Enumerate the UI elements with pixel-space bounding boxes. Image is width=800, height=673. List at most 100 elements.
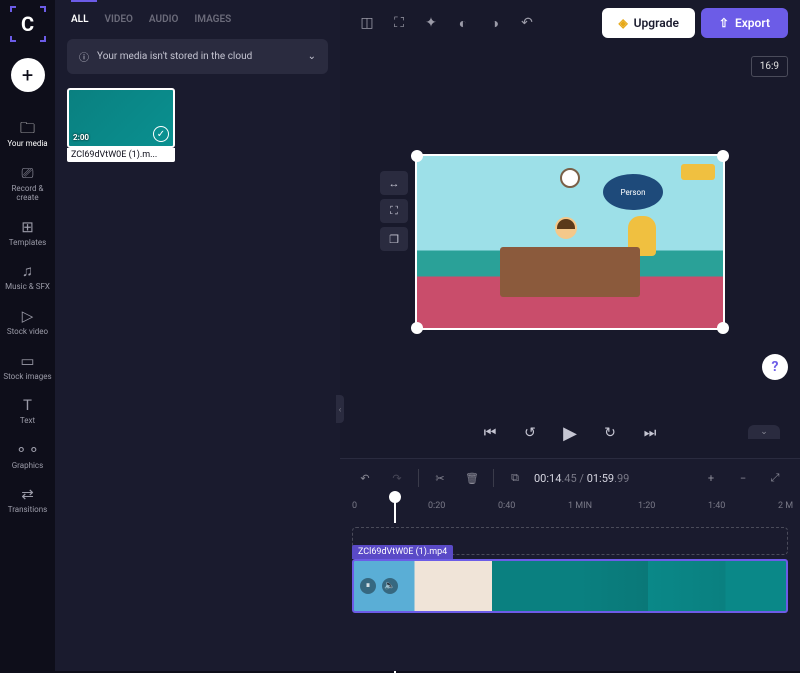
templates-icon: ⊞ xyxy=(19,219,37,235)
storage-notice-text: Your media isn't stored in the cloud xyxy=(97,51,252,62)
delete-button[interactable]: 🗑 xyxy=(459,465,485,491)
preview-speech-bubble: Person xyxy=(603,174,663,210)
upgrade-button[interactable]: ◈ Upgrade xyxy=(602,8,694,38)
rewind-button[interactable]: ↺ xyxy=(519,422,541,444)
clip-pause-icon[interactable]: ⏸ xyxy=(360,578,376,594)
resize-handle-tl[interactable] xyxy=(411,150,423,162)
transport-controls: ⏮ ↺ ▶ ↻ ⏭ xyxy=(340,408,800,458)
pip-button[interactable]: ❐ xyxy=(380,227,408,251)
upload-icon: ⇧ xyxy=(719,16,729,30)
current-time: 00:14 xyxy=(534,472,561,485)
layout-button[interactable]: ◫ xyxy=(352,8,382,38)
timeline-tracks: ZCl69dVtW0E (1).mp4 ⏸ 🔈 xyxy=(340,523,800,671)
image-icon: ▭ xyxy=(19,353,37,369)
nav-label: Your media xyxy=(7,139,47,149)
split-button[interactable]: ✂ xyxy=(427,465,453,491)
adjust-button[interactable]: ◐ xyxy=(448,8,478,38)
nav-your-media[interactable]: 🗀 Your media xyxy=(0,114,55,155)
chevron-down-icon: ⌄ xyxy=(308,51,316,62)
graphics-icon: ⚬⚬ xyxy=(19,442,37,458)
skip-start-button[interactable]: ⏮ xyxy=(479,422,501,444)
nav-label: Graphics xyxy=(12,461,44,471)
timeline-toolbar: ↶ ↷ ✂ 🗑 ⧉ 00:14.45 / 01:59.99 + − ⤢ xyxy=(340,458,800,497)
music-icon: ♫ xyxy=(19,263,37,279)
ruler-mark: 1:20 xyxy=(638,501,655,511)
tab-video[interactable]: VIDEO xyxy=(105,14,133,25)
nav-graphics[interactable]: ⚬⚬ Graphics xyxy=(0,436,55,477)
collapse-timeline-handle[interactable]: ⌄ xyxy=(748,425,780,439)
nav-label: Transitions xyxy=(8,505,48,515)
export-label: Export xyxy=(735,16,770,30)
magic-button[interactable]: ✦ xyxy=(416,8,446,38)
media-thumbnail[interactable]: ✓ ZCl69dVtW0E (1).m... xyxy=(67,88,175,162)
current-time-frac: .45 xyxy=(561,472,576,485)
nav-stock-video[interactable]: ▷ Stock video xyxy=(0,302,55,343)
ruler-mark: 2 M xyxy=(778,501,793,511)
ruler-mark: 0:20 xyxy=(428,501,445,511)
forward-button[interactable]: ↻ xyxy=(599,422,621,444)
tab-audio[interactable]: AUDIO xyxy=(149,14,178,25)
snap-button[interactable]: ⧉ xyxy=(502,465,528,491)
text-icon: T xyxy=(19,397,37,413)
nav-templates[interactable]: ⊞ Templates xyxy=(0,213,55,254)
resize-handle-br[interactable] xyxy=(717,322,729,334)
tab-images[interactable]: IMAGES xyxy=(194,14,231,25)
nav-label: Stock video xyxy=(7,327,48,337)
skip-end-button[interactable]: ⏭ xyxy=(639,422,661,444)
timecode-display: 00:14.45 / 01:59.99 xyxy=(534,472,629,485)
preview-character-boy xyxy=(555,217,577,239)
filter-button[interactable]: ◑ xyxy=(480,8,510,38)
nav-label: Templates xyxy=(9,238,46,248)
video-clip[interactable]: ⏸ 🔈 xyxy=(352,559,788,613)
clip-wrapper: ZCl69dVtW0E (1).mp4 ⏸ 🔈 xyxy=(352,559,788,613)
video-icon: ▷ xyxy=(19,308,37,324)
preview-clock-prop xyxy=(560,168,580,188)
media-tabs: ALL VIDEO AUDIO IMAGES xyxy=(55,0,340,35)
resize-handle-bl[interactable] xyxy=(411,322,423,334)
redo-button[interactable]: ↷ xyxy=(384,465,410,491)
editor-area: ‹ ◫ ⛶ ✦ ◐ ◑ ↶ ◈Upgrade ⇧Export 16:9 ↔ ⛶ … xyxy=(340,0,800,671)
undo-button[interactable]: ↶ xyxy=(352,465,378,491)
add-media-button[interactable]: + xyxy=(11,58,45,92)
upgrade-label: Upgrade xyxy=(634,16,679,30)
clip-filename-label: ZCl69dVtW0E (1).mp4 xyxy=(352,545,453,559)
top-toolbar: ◫ ⛶ ✦ ◐ ◑ ↶ ◈ Upgrade ⇧ Export xyxy=(340,0,800,46)
fit-screen-button[interactable]: ⛶ xyxy=(380,199,408,223)
thumbnail-filename: ZCl69dVtW0E (1).m... xyxy=(67,148,175,162)
layout-tool-group: ◫ ⛶ ✦ ◐ ◑ ↶ xyxy=(352,8,542,38)
zoom-out-button[interactable]: − xyxy=(730,465,756,491)
fit-width-button[interactable]: ↔ xyxy=(380,171,408,195)
nav-record-create[interactable]: ⎚ Record & create xyxy=(0,159,55,209)
video-preview[interactable]: Person xyxy=(417,156,723,328)
app-logo[interactable]: C xyxy=(14,10,42,38)
export-button[interactable]: ⇧ Export xyxy=(701,8,788,38)
timeline-ruler[interactable]: 0 0:20 0:40 1 MIN 1:20 1:40 2 M xyxy=(340,497,800,523)
nav-label: Stock images xyxy=(3,372,51,382)
nav-label: Music & SFX xyxy=(5,282,50,292)
crop-button[interactable]: ⛶ xyxy=(384,8,414,38)
nav-transitions[interactable]: ⇄Transitions xyxy=(0,480,55,521)
play-button[interactable]: ▶ xyxy=(559,422,581,444)
left-sidebar: C + 🗀 Your media ⎚ Record & create ⊞ Templa… xyxy=(0,0,55,671)
media-panel: ALL VIDEO AUDIO IMAGES ⓘ Your media isn'… xyxy=(55,0,340,671)
nav-stock-images[interactable]: ▭ Stock images xyxy=(0,347,55,388)
help-button[interactable]: ? xyxy=(762,354,788,380)
folder-icon: 🗀 xyxy=(19,120,37,136)
camera-icon: ⎚ xyxy=(19,165,37,181)
diamond-icon: ◈ xyxy=(618,16,627,30)
undo-curve-button[interactable]: ↶ xyxy=(512,8,542,38)
clip-mute-icon[interactable]: 🔈 xyxy=(382,578,398,594)
nav-label: Record & create xyxy=(0,184,55,203)
ruler-mark: 1 MIN xyxy=(568,501,592,511)
zoom-in-button[interactable]: + xyxy=(698,465,724,491)
fit-timeline-button[interactable]: ⤢ xyxy=(762,465,788,491)
thumbnail-image: ✓ xyxy=(67,88,175,148)
storage-notice[interactable]: ⓘ Your media isn't stored in the cloud ⌄ xyxy=(67,39,328,74)
resize-handle-tr[interactable] xyxy=(717,150,729,162)
total-time-frac: .99 xyxy=(614,472,629,485)
preview-side-tools: ↔ ⛶ ❐ xyxy=(380,171,408,251)
nav-music-sfx[interactable]: ♫ Music & SFX xyxy=(0,257,55,298)
preview-desk-prop xyxy=(500,247,640,297)
tab-all[interactable]: ALL xyxy=(71,14,89,25)
nav-text[interactable]: TText xyxy=(0,391,55,432)
